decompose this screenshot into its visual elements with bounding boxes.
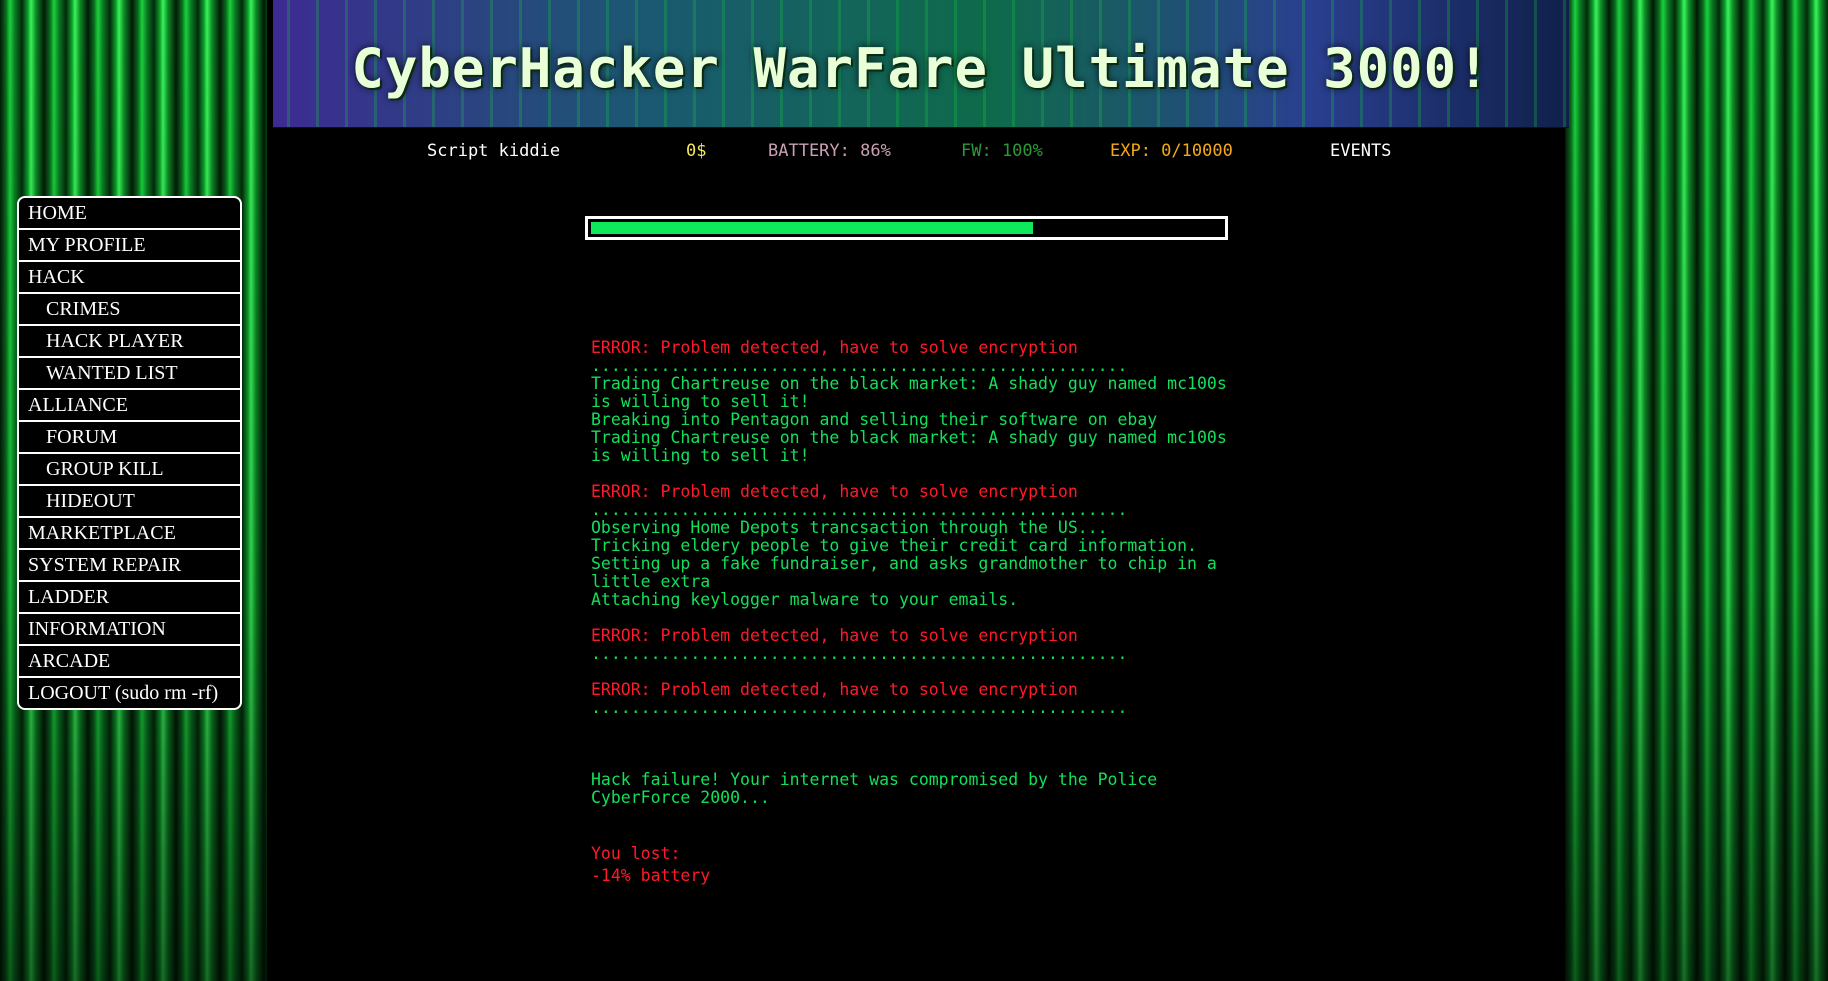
log-line: Breaking into Pentagon and selling their… — [591, 410, 1158, 429]
money-label: 0$ — [686, 141, 707, 161]
log-dots: ........................................… — [591, 356, 1128, 375]
loss-value: -14% battery — [591, 866, 711, 885]
log-error: ERROR: Problem detected, have to solve e… — [591, 482, 1078, 501]
events-link[interactable]: EVENTS — [1330, 141, 1391, 161]
menu-item-ladder[interactable]: LADDER — [19, 582, 240, 614]
menu-item-home[interactable]: HOME — [19, 198, 240, 230]
log-dots: ........................................… — [591, 500, 1128, 519]
menu-item-hack-player[interactable]: HACK PLAYER — [19, 326, 240, 358]
log-line: Attaching keylogger malware to your emai… — [591, 590, 1019, 609]
log-dots: ........................................… — [591, 698, 1128, 717]
log-dots: ........................................… — [591, 644, 1128, 663]
hack-progress-bar — [585, 216, 1228, 240]
status-bar: Script kiddie 0$ BATTERY: 86% FW: 100% E… — [267, 141, 1565, 165]
battery-label: BATTERY: 86% — [768, 141, 891, 161]
menu-item-arcade[interactable]: ARCADE — [19, 646, 240, 678]
menu-item-group-kill[interactable]: GROUP KILL — [19, 454, 240, 486]
hack-result: Hack failure! Your internet was compromi… — [591, 770, 1168, 807]
header-banner: CyberHacker WarFare Ultimate 3000! — [273, 0, 1569, 128]
loss-title: You lost: — [591, 844, 681, 863]
firewall-label: FW: 100% — [961, 141, 1043, 161]
main-panel: CyberHacker WarFare Ultimate 3000! Scrip… — [267, 0, 1569, 981]
log-line: Setting up a fake fundraiser, and asks g… — [591, 554, 1227, 591]
rank-label: Script kiddie — [427, 141, 561, 161]
menu-item-marketplace[interactable]: MARKETPLACE — [19, 518, 240, 550]
hack-progress-fill — [591, 222, 1033, 234]
menu-item-hideout[interactable]: HIDEOUT — [19, 486, 240, 518]
hack-log: ERROR: Problem detected, have to solve e… — [591, 339, 1251, 807]
experience-label: EXP: 0/10000 — [1110, 141, 1233, 161]
log-error: ERROR: Problem detected, have to solve e… — [591, 338, 1078, 357]
log-error: ERROR: Problem detected, have to solve e… — [591, 680, 1078, 699]
menu-item-information[interactable]: INFORMATION — [19, 614, 240, 646]
menu-item-forum[interactable]: FORUM — [19, 422, 240, 454]
main-menu: HOME MY PROFILE HACK CRIMES HACK PLAYER … — [17, 196, 242, 710]
menu-item-my-profile[interactable]: MY PROFILE — [19, 230, 240, 262]
log-line: Trading Chartreuse on the black market: … — [591, 374, 1237, 411]
menu-item-crimes[interactable]: CRIMES — [19, 294, 240, 326]
log-error: ERROR: Problem detected, have to solve e… — [591, 626, 1078, 645]
menu-item-hack[interactable]: HACK — [19, 262, 240, 294]
menu-item-alliance[interactable]: ALLIANCE — [19, 390, 240, 422]
log-line: Trading Chartreuse on the black market: … — [591, 428, 1237, 465]
log-line: Observing Home Depots trancsaction throu… — [591, 518, 1108, 537]
app-title: CyberHacker WarFare Ultimate 3000! — [351, 37, 1491, 100]
menu-item-wanted-list[interactable]: WANTED LIST — [19, 358, 240, 390]
menu-item-system-repair[interactable]: SYSTEM REPAIR — [19, 550, 240, 582]
menu-item-logout[interactable]: LOGOUT (sudo rm -rf) — [19, 678, 240, 708]
background-right — [1565, 0, 1828, 981]
log-line: Tricking eldery people to give their cre… — [591, 536, 1197, 555]
